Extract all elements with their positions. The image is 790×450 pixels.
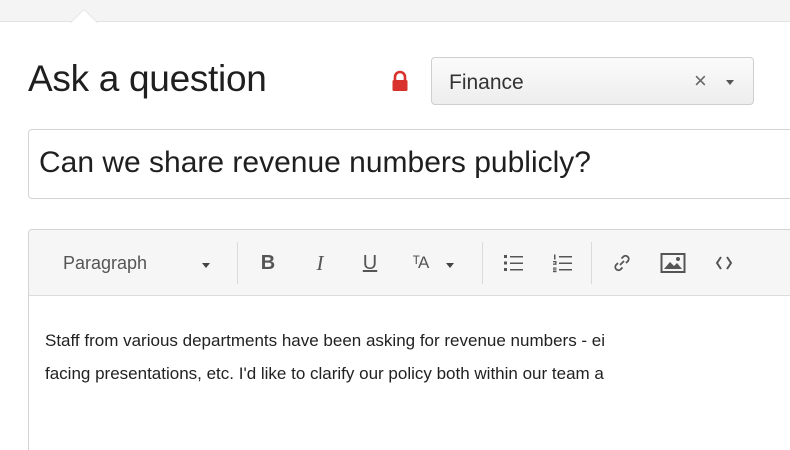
- code-icon: [715, 256, 733, 270]
- font-size-button[interactable]: ᵀA: [403, 249, 437, 277]
- image-icon: [660, 253, 686, 273]
- chevron-down-icon[interactable]: [726, 80, 734, 85]
- topic-select[interactable]: Finance ×: [431, 57, 754, 105]
- link-icon: [614, 254, 630, 272]
- bulleted-list-button[interactable]: [501, 249, 527, 277]
- underline-button[interactable]: U: [357, 249, 383, 277]
- toolbar-divider: [482, 242, 483, 284]
- question-body-text[interactable]: Staff from various departments have been…: [45, 324, 790, 390]
- numbered-list-button[interactable]: [550, 249, 576, 277]
- clear-topic-icon[interactable]: ×: [694, 69, 707, 93]
- question-body-editor[interactable]: Paragraph B I U ᵀA Staff from various de…: [28, 229, 790, 450]
- lock-icon: [392, 70, 408, 91]
- numbered-list-icon: [553, 254, 572, 273]
- question-title-input[interactable]: Can we share revenue numbers publicly?: [28, 129, 790, 199]
- body-text-line: Staff from various departments have been…: [45, 331, 606, 350]
- insert-link-button[interactable]: [609, 249, 635, 277]
- bulleted-list-icon: [504, 255, 523, 271]
- insert-image-button[interactable]: [658, 249, 688, 277]
- toolbar-divider: [591, 242, 592, 284]
- italic-button[interactable]: I: [307, 249, 333, 277]
- question-title-value: Can we share revenue numbers publicly?: [39, 146, 591, 179]
- topic-selected-value: Finance: [449, 71, 524, 94]
- body-text-line: facing presentations, etc. I'd like to c…: [45, 364, 604, 383]
- toolbar-divider: [237, 242, 238, 284]
- chevron-down-icon[interactable]: [202, 263, 210, 268]
- chevron-down-icon[interactable]: [446, 263, 454, 268]
- pointer-caret: [70, 9, 98, 23]
- page-title: Ask a question: [28, 58, 267, 99]
- editor-toolbar: Paragraph B I U ᵀA: [29, 230, 790, 296]
- paragraph-style-dropdown[interactable]: Paragraph: [63, 249, 213, 277]
- bold-button[interactable]: B: [255, 249, 281, 277]
- top-bar: [0, 0, 790, 22]
- code-button[interactable]: [711, 249, 737, 277]
